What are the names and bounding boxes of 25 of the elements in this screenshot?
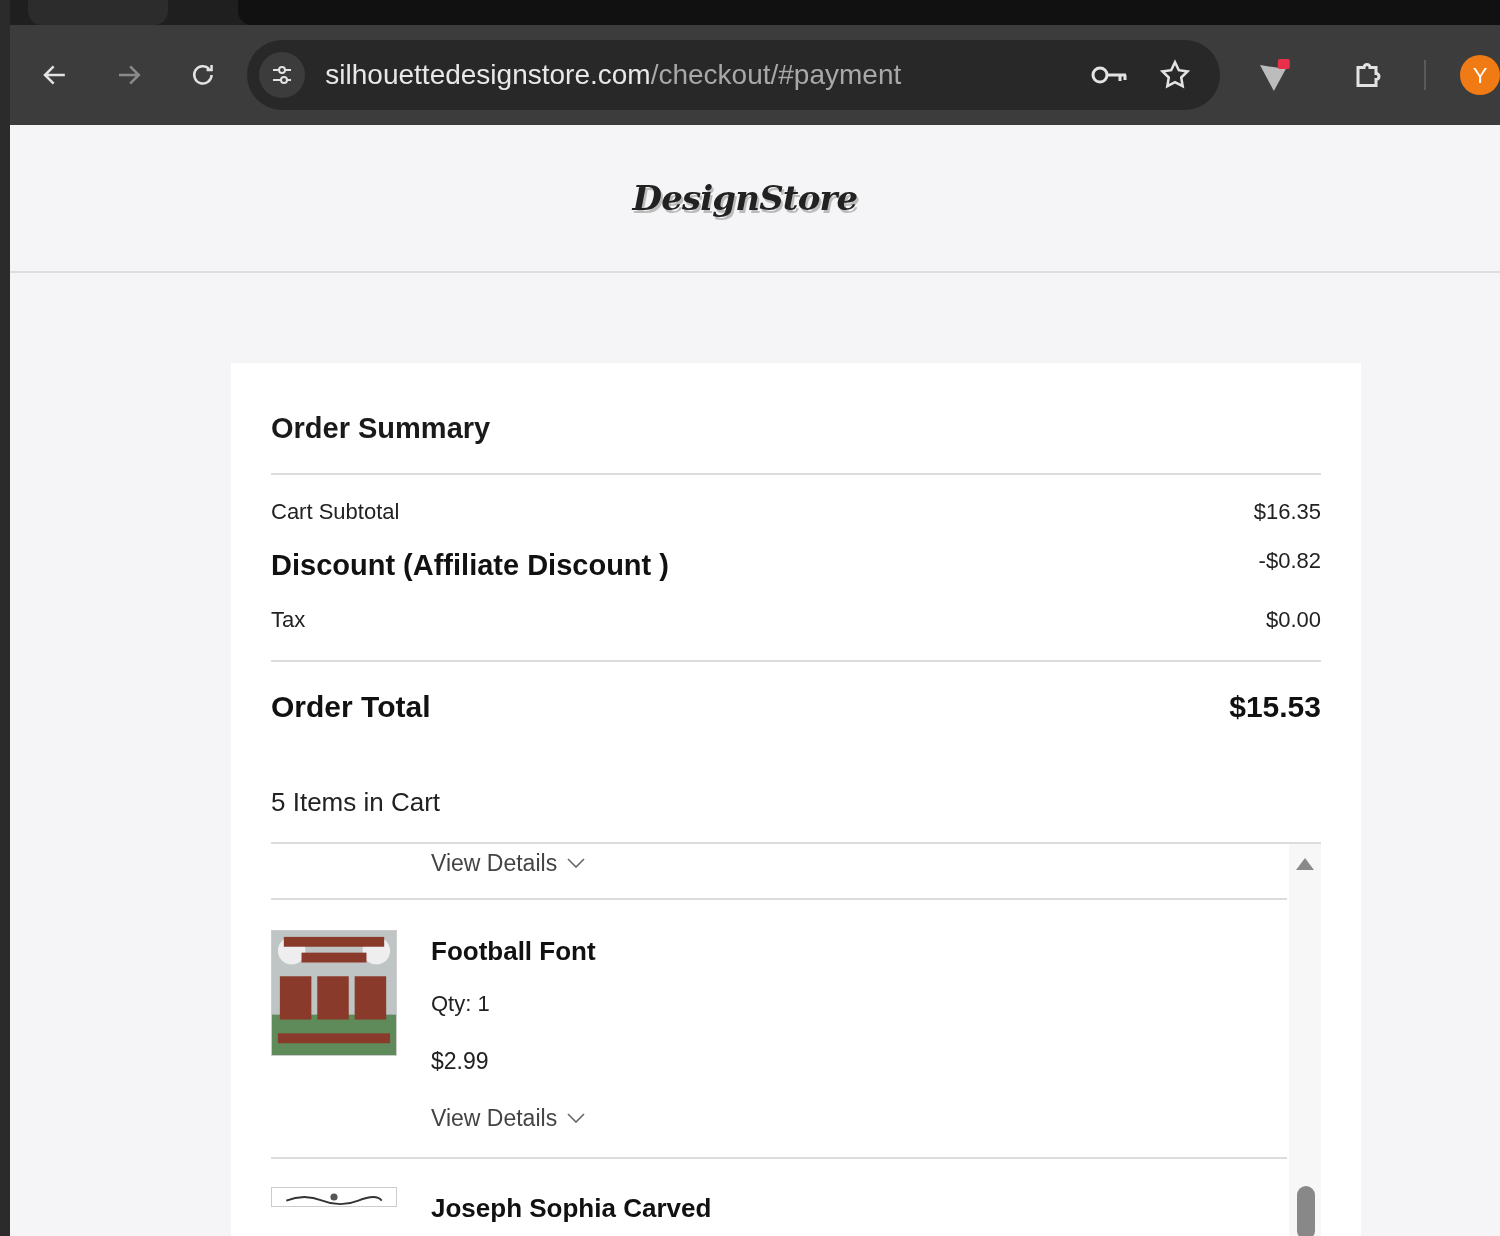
summary-row-label: Cart Subtotal: [271, 497, 400, 526]
scrollbar[interactable]: [1289, 844, 1321, 1236]
summary-row-value: $0.00: [1265, 606, 1321, 634]
address-bar[interactable]: silhouettedesignstore.com/checkout/#payment: [247, 40, 1221, 110]
caret-icon: [567, 858, 586, 869]
store-logo[interactable]: DesignStore: [632, 172, 858, 224]
product-name: Joseph Sophia Carved: [431, 1192, 712, 1225]
product-price: $2.99: [431, 1047, 490, 1076]
url-text: silhouettedesignstore.com/checkout/#payment: [325, 58, 902, 92]
product-quantity: Qty: 1: [431, 990, 491, 1018]
scroll-up-icon[interactable]: [1295, 857, 1316, 871]
summary-row-value: $16.35: [1253, 497, 1321, 526]
summary-row-label: Tax: [271, 606, 306, 634]
order-total-label: Order Total: [271, 689, 431, 725]
summary-row-label: Discount (Affiliate Discount ): [271, 547, 669, 583]
cart-count: 5 Items in Cart: [271, 783, 1321, 844]
summary-row-value: -$0.82: [1258, 546, 1321, 575]
order-total-value: $15.53: [1229, 689, 1321, 725]
view-details-button[interactable]: View Details: [431, 846, 586, 881]
site-settings-icon[interactable]: [259, 52, 306, 98]
product-name: Football Font: [431, 935, 596, 968]
view-details-button[interactable]: View Details: [431, 1100, 596, 1135]
summary-title: Order Summary: [271, 407, 1321, 475]
scrollbar-thumb[interactable]: [1297, 1186, 1316, 1236]
caret-icon: [567, 1112, 586, 1123]
